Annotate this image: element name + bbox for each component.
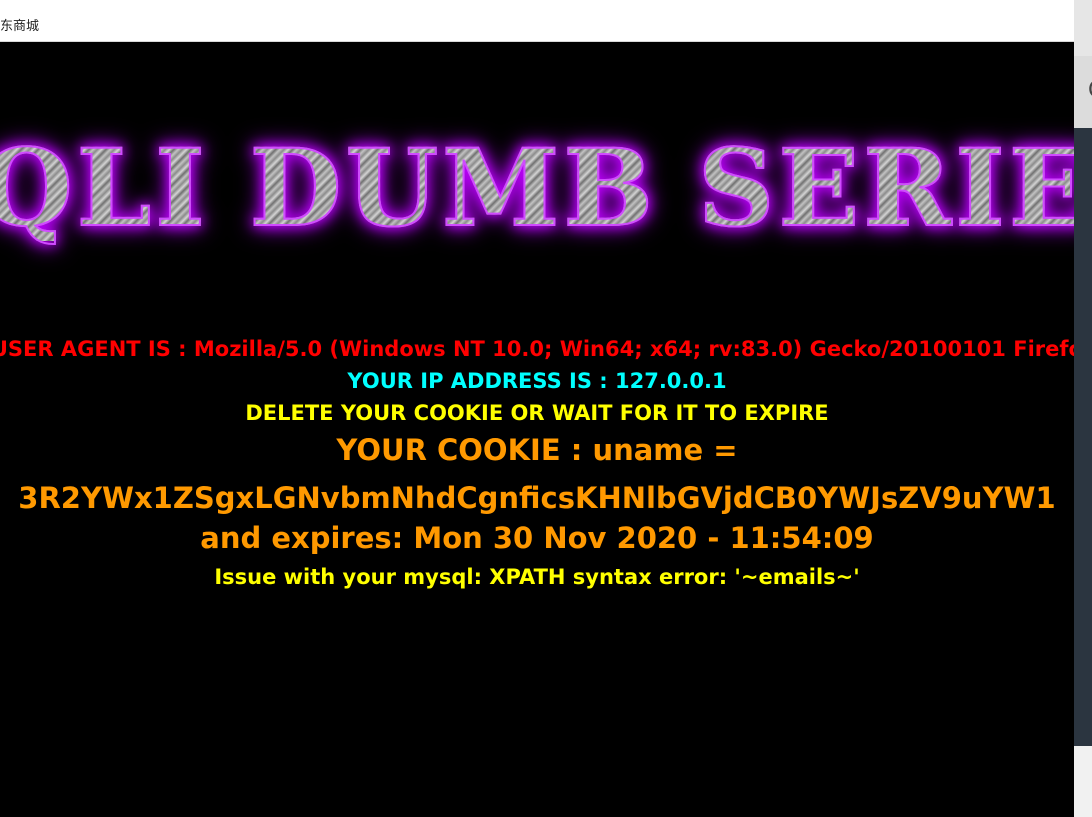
bookmark-item[interactable]: 东商城: [0, 15, 39, 34]
side-panel: C: [1074, 0, 1092, 817]
bookmarks-toolbar: 东商城: [0, 0, 1074, 42]
sqli-dumb-series-banner: SQLI DUMB SERIES: [0, 134, 1074, 242]
page-content: SQLI DUMB SERIES YOUR USER AGENT IS : Mo…: [0, 43, 1074, 817]
cookie-value: 3R2YWx1ZSgxLGNvbmNhdCgnficsKHNlbGVjdCB0Y…: [18, 481, 1056, 515]
delete-cookie-notice: DELETE YOUR COOKIE OR WAIT FOR IT TO EXP…: [245, 401, 829, 425]
side-panel-tab-icon: C: [1088, 78, 1092, 103]
user-agent-text: YOUR USER AGENT IS : Mozilla/5.0 (Window…: [0, 337, 1074, 361]
mysql-error-text: Issue with your mysql: XPATH syntax erro…: [214, 565, 860, 589]
side-panel-footer: [1074, 746, 1092, 817]
side-panel-tab[interactable]: C: [1074, 56, 1092, 128]
cookie-label: YOUR COOKIE : uname =: [336, 433, 738, 467]
side-panel-body: [1074, 56, 1092, 746]
ip-address-text: YOUR IP ADDRESS IS : 127.0.0.1: [347, 369, 727, 393]
side-panel-header: [1074, 0, 1092, 56]
cookie-expires-text: and expires: Mon 30 Nov 2020 - 11:54:09: [200, 521, 874, 555]
